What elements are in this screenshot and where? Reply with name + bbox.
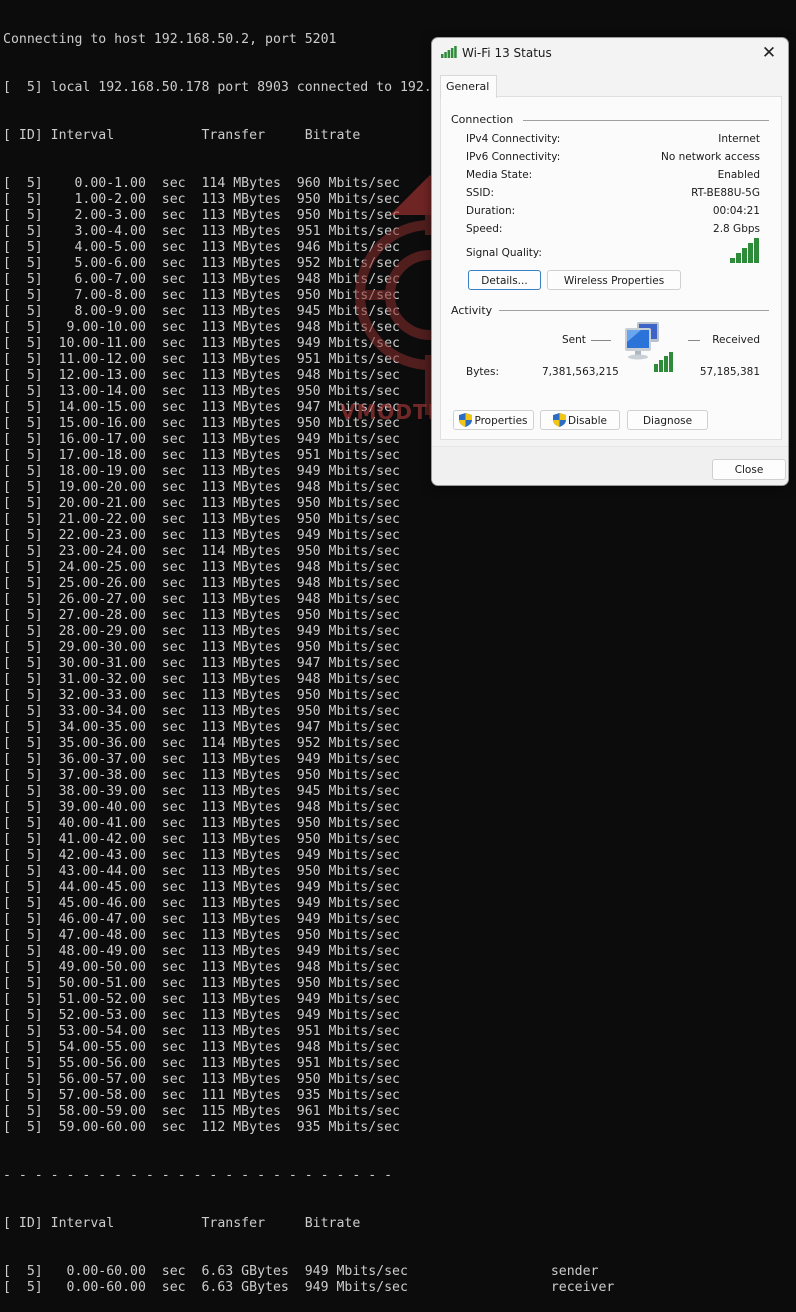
separator-line: - - - - - - - - - - - - - - - - - - - - … — [3, 1168, 393, 1183]
wifi-status-dialog: Wi-Fi 13 Status ✕ General Connection IPv… — [431, 37, 789, 486]
interval-row: [ 5] 20.00-21.00 sec 113 MBytes 950 Mbit… — [3, 496, 400, 511]
wifi-signal-icon — [441, 46, 457, 58]
signal-bar — [736, 253, 741, 263]
signal-bar — [748, 243, 753, 263]
activity-group-label: Activity — [451, 304, 493, 317]
interval-row: [ 5] 40.00-41.00 sec 113 MBytes 950 Mbit… — [3, 816, 400, 831]
interval-row: [ 5] 59.00-60.00 sec 112 MBytes 935 Mbit… — [3, 1120, 400, 1135]
summary-row-receiver: [ 5] 0.00-60.00 sec 6.63 GBytes 949 Mbit… — [3, 1280, 615, 1295]
interval-row: [ 5] 31.00-32.00 sec 113 MBytes 948 Mbit… — [3, 672, 400, 687]
interval-row: [ 5] 56.00-57.00 sec 113 MBytes 950 Mbit… — [3, 1072, 400, 1087]
bytes-received-value: 57,185,381 — [699, 366, 760, 378]
dialog-footer: Close — [432, 446, 788, 485]
signal-quality-label: Signal Quality: — [466, 247, 542, 259]
connection-group-label: Connection — [451, 113, 514, 126]
interval-row: [ 5] 30.00-31.00 sec 113 MBytes 947 Mbit… — [3, 656, 400, 671]
interval-row: [ 5] 52.00-53.00 sec 113 MBytes 949 Mbit… — [3, 1008, 400, 1023]
connection-row-label: IPv6 Connectivity: — [466, 151, 561, 163]
signal-bar — [754, 238, 759, 263]
interval-row: [ 5] 48.00-49.00 sec 113 MBytes 949 Mbit… — [3, 944, 400, 959]
uac-shield-icon — [553, 413, 567, 427]
tab-general[interactable]: General — [440, 75, 497, 98]
interval-row: [ 5] 44.00-45.00 sec 113 MBytes 949 Mbit… — [3, 880, 400, 895]
interval-row: [ 5] 23.00-24.00 sec 114 MBytes 950 Mbit… — [3, 544, 400, 559]
connection-row-value: Enabled — [717, 169, 760, 181]
bytes-sent-value: 7,381,563,215 — [542, 366, 619, 378]
interval-row: [ 5] 26.00-27.00 sec 113 MBytes 948 Mbit… — [3, 592, 400, 607]
signal-quality-icon — [730, 238, 759, 263]
sent-line — [591, 340, 611, 341]
bytes-label: Bytes: — [466, 366, 500, 378]
interval-row: [ 5] 21.00-22.00 sec 113 MBytes 950 Mbit… — [3, 512, 400, 527]
connection-row-value: RT-BE88U-5G — [691, 187, 760, 199]
connection-row-label: SSID: — [466, 187, 495, 199]
connection-row-label: IPv4 Connectivity: — [466, 133, 561, 145]
summary-header: [ ID] Interval Transfer Bitrate — [3, 1216, 361, 1231]
general-panel: Connection IPv4 Connectivity: Internet IPv… — [440, 96, 782, 440]
uac-shield-icon — [459, 413, 473, 427]
disable-button[interactable]: Disable — [540, 410, 620, 430]
dialog-title: Wi-Fi 13 Status — [462, 46, 552, 60]
received-line — [688, 340, 700, 341]
interval-row: [ 5] 38.00-39.00 sec 113 MBytes 945 Mbit… — [3, 784, 400, 799]
activity-divider — [499, 310, 769, 311]
title-bar[interactable]: Wi-Fi 13 Status ✕ — [432, 38, 788, 68]
connection-row-label: Duration: — [466, 205, 516, 217]
interval-row: [ 5] 45.00-46.00 sec 113 MBytes 949 Mbit… — [3, 896, 400, 911]
interval-row: [ 5] 49.00-50.00 sec 113 MBytes 948 Mbit… — [3, 960, 400, 975]
connection-row-label: Media State: — [466, 169, 533, 181]
interval-row: [ 5] 47.00-48.00 sec 113 MBytes 950 Mbit… — [3, 928, 400, 943]
signal-bar — [742, 248, 747, 263]
close-button[interactable]: Close — [712, 459, 786, 480]
sent-label: Sent — [562, 334, 586, 346]
connection-divider — [523, 120, 769, 121]
interval-row: [ 5] 58.00-59.00 sec 115 MBytes 961 Mbit… — [3, 1104, 400, 1119]
interval-row: [ 5] 32.00-33.00 sec 113 MBytes 950 Mbit… — [3, 688, 400, 703]
summary-rows: [ 5] 0.00-60.00 sec 6.63 GBytes 949 Mbit… — [3, 1264, 796, 1296]
diagnose-button[interactable]: Diagnose — [627, 410, 708, 430]
interval-row: [ 5] 35.00-36.00 sec 114 MBytes 952 Mbit… — [3, 736, 400, 751]
connection-row-value: 2.8 Gbps — [713, 223, 760, 235]
interval-row: [ 5] 22.00-23.00 sec 113 MBytes 949 Mbit… — [3, 528, 400, 543]
interval-row: [ 5] 33.00-34.00 sec 113 MBytes 950 Mbit… — [3, 704, 400, 719]
wireless-properties-button[interactable]: Wireless Properties — [547, 270, 681, 290]
disable-button-label: Disable — [568, 415, 607, 427]
interval-row: [ 5] 29.00-30.00 sec 113 MBytes 950 Mbit… — [3, 640, 400, 655]
summary-row-sender: [ 5] 0.00-60.00 sec 6.63 GBytes 949 Mbit… — [3, 1264, 599, 1279]
interval-row: [ 5] 39.00-40.00 sec 113 MBytes 948 Mbit… — [3, 800, 400, 815]
connection-row-value: No network access — [661, 151, 760, 163]
interval-row: [ 5] 24.00-25.00 sec 113 MBytes 948 Mbit… — [3, 560, 400, 575]
details-button[interactable]: Details... — [468, 270, 541, 290]
interval-row: [ 5] 54.00-55.00 sec 113 MBytes 948 Mbit… — [3, 1040, 400, 1055]
interval-row: [ 5] 57.00-58.00 sec 111 MBytes 935 Mbit… — [3, 1088, 400, 1103]
interval-row: [ 5] 53.00-54.00 sec 113 MBytes 951 Mbit… — [3, 1024, 400, 1039]
interval-row: [ 5] 51.00-52.00 sec 113 MBytes 949 Mbit… — [3, 992, 400, 1007]
interval-row: [ 5] 25.00-26.00 sec 113 MBytes 948 Mbit… — [3, 576, 400, 591]
received-label: Received — [712, 334, 760, 346]
interval-row: [ 5] 36.00-37.00 sec 113 MBytes 949 Mbit… — [3, 752, 400, 767]
close-icon[interactable]: ✕ — [758, 42, 780, 64]
interval-row: [ 5] 50.00-51.00 sec 113 MBytes 950 Mbit… — [3, 976, 400, 991]
interval-row: [ 5] 55.00-56.00 sec 113 MBytes 951 Mbit… — [3, 1056, 400, 1071]
interval-row: [ 5] 37.00-38.00 sec 113 MBytes 950 Mbit… — [3, 768, 400, 783]
interval-row: [ 5] 43.00-44.00 sec 113 MBytes 950 Mbit… — [3, 864, 400, 879]
interval-row: [ 5] 41.00-42.00 sec 113 MBytes 950 Mbit… — [3, 832, 400, 847]
connection-row-value: Internet — [718, 133, 760, 145]
signal-bar — [730, 258, 735, 263]
network-computers-icon — [625, 322, 673, 372]
interval-row: [ 5] 27.00-28.00 sec 113 MBytes 950 Mbit… — [3, 608, 400, 623]
interval-row: [ 5] 34.00-35.00 sec 113 MBytes 947 Mbit… — [3, 720, 400, 735]
properties-button[interactable]: Properties — [453, 410, 534, 430]
properties-button-label: Properties — [474, 415, 528, 427]
connection-row-label: Speed: — [466, 223, 503, 235]
connection-row-value: 00:04:21 — [712, 205, 760, 217]
interval-row: [ 5] 42.00-43.00 sec 113 MBytes 949 Mbit… — [3, 848, 400, 863]
interval-row: [ 5] 28.00-29.00 sec 113 MBytes 949 Mbit… — [3, 624, 400, 639]
interval-row: [ 5] 46.00-47.00 sec 113 MBytes 949 Mbit… — [3, 912, 400, 927]
